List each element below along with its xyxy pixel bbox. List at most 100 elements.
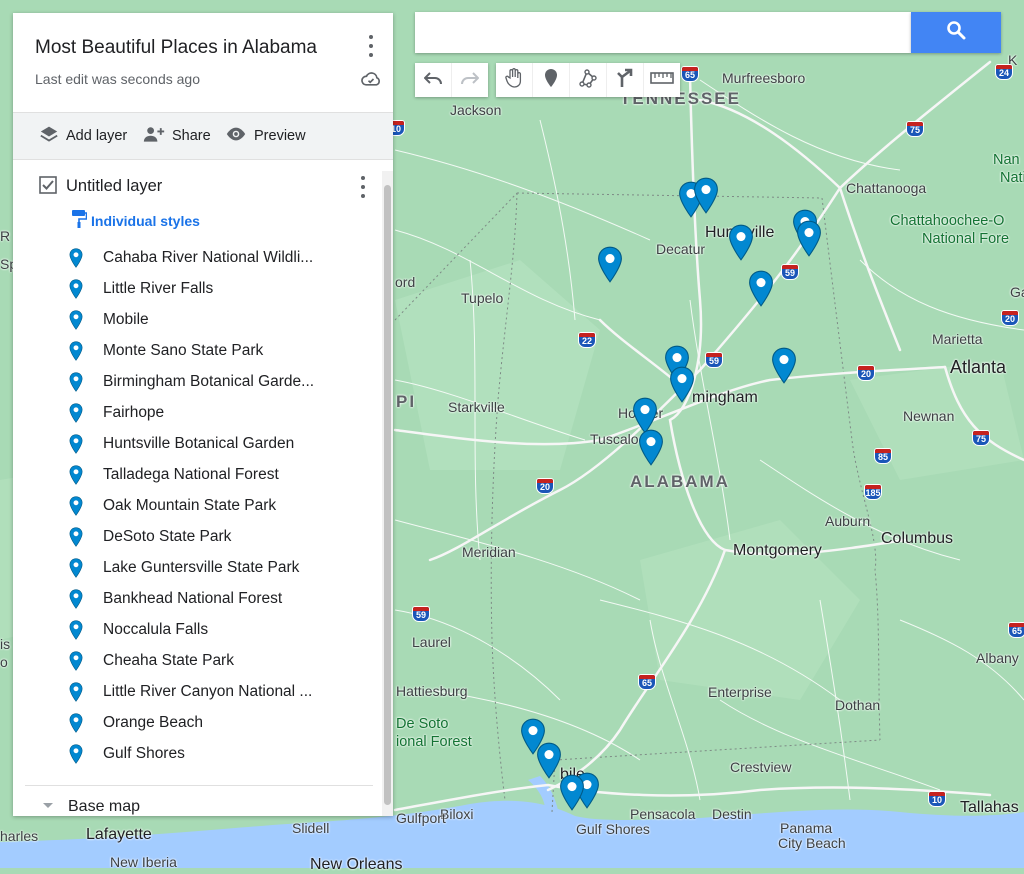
add-layer-button[interactable]: Add layer [39,113,127,159]
list-item[interactable]: Mobile [69,304,314,335]
list-item-label: Little River Canyon National ... [103,682,313,700]
tool-toolbar [496,63,680,97]
layer-name[interactable]: Untitled layer [66,177,162,196]
interstate-shield: 65 [1008,622,1024,638]
individual-styles-label: Individual styles [91,212,200,229]
interstate-number: 22 [581,336,592,346]
search-input[interactable] [415,12,911,53]
redo-button[interactable] [452,63,488,97]
map-options-button[interactable] [361,35,381,57]
more-vert-icon [369,35,373,39]
checkbox-icon [39,176,57,198]
map-marker[interactable] [796,220,822,262]
layer-action-bar: Add layer Share Preview [13,112,393,160]
preview-button[interactable]: Preview [225,113,306,159]
layer-options-button[interactable] [353,176,373,198]
interstate-number: 75 [975,434,986,444]
interstate-number: 65 [641,678,652,688]
map-marker[interactable] [771,347,797,389]
share-label: Share [172,128,211,144]
interstate-number: 75 [909,125,920,135]
map-marker[interactable] [669,366,695,408]
interstate-shield: 59 [781,264,799,280]
marker-icon [69,402,93,423]
map-title[interactable]: Most Beautiful Places in Alabama [35,37,317,59]
map-marker[interactable] [559,774,585,816]
undo-button[interactable] [415,63,452,97]
list-item-label: DeSoto State Park [103,527,232,545]
measure-button[interactable] [644,63,680,97]
draw-line-icon [578,68,598,93]
share-button[interactable]: Share [143,113,211,159]
list-item[interactable]: Fairhope [69,397,314,428]
select-items-button[interactable] [496,63,533,97]
list-item[interactable]: DeSoto State Park [69,521,314,552]
layer-visibility-checkbox[interactable] [39,176,57,199]
interstate-shield: 20 [857,365,875,381]
add-directions-button[interactable] [607,63,644,97]
marker-icon [69,526,93,547]
marker-icon [69,743,93,764]
chevron-down-icon[interactable] [41,799,55,813]
list-item[interactable]: Talladega National Forest [69,459,314,490]
list-item[interactable]: Cheaha State Park [69,645,314,676]
list-item-label: Cahaba River National Wildli... [103,248,314,266]
interstate-shield: 65 [638,674,656,690]
map-marker[interactable] [597,246,623,288]
list-item[interactable]: Birmingham Botanical Garde... [69,366,314,397]
base-map-label[interactable]: Base map [68,798,140,816]
list-item[interactable]: Monte Sano State Park [69,335,314,366]
scrollbar-thumb[interactable] [384,185,391,805]
edit-toolbar [415,63,488,97]
list-item-label: Birmingham Botanical Garde... [103,372,315,390]
list-item[interactable]: Gulf Shores [69,738,314,769]
map-marker[interactable] [728,224,754,266]
map-marker[interactable] [693,177,719,219]
interstate-shield: 22 [578,332,596,348]
list-item-label: Gulf Shores [103,744,185,762]
list-item[interactable]: Orange Beach [69,707,314,738]
interstate-number: 20 [860,369,871,379]
paint-roller-icon [71,209,88,232]
redo-icon [461,71,480,90]
marker-icon [69,247,93,268]
interstate-number: 20 [1004,314,1015,324]
marker-icon [69,371,93,392]
list-item-label: Mobile [103,310,149,328]
list-item[interactable]: Cahaba River National Wildli... [69,242,314,273]
marker-icon [69,340,93,361]
list-item[interactable]: Lake Guntersville State Park [69,552,314,583]
interstate-shield: 24 [995,64,1013,80]
list-item[interactable]: Huntsville Botanical Garden [69,428,314,459]
list-item[interactable]: Noccalula Falls [69,614,314,645]
interstate-shield: 10 [928,791,946,807]
list-item[interactable]: Little River Canyon National ... [69,676,314,707]
map-marker[interactable] [748,270,774,312]
list-item-label: Monte Sano State Park [103,341,264,359]
add-marker-button[interactable] [533,63,570,97]
marker-icon [69,619,93,640]
list-item[interactable]: Little River Falls [69,273,314,304]
add-layer-label: Add layer [66,128,128,144]
interstate-shield: 20 [536,478,554,494]
place-list: Cahaba River National Wildli... Little Ri… [69,242,314,769]
interstate-number: 59 [708,356,719,366]
list-item[interactable]: Bankhead National Forest [69,583,314,614]
map-marker[interactable] [638,429,664,471]
divider [25,785,373,786]
marker-icon [69,557,93,578]
interstate-number: 24 [998,68,1009,78]
list-item-label: Orange Beach [103,713,203,731]
list-item[interactable]: Oak Mountain State Park [69,490,314,521]
interstate-number: 10 [931,795,942,805]
search-button[interactable] [911,12,1001,53]
individual-styles-link[interactable]: Individual styles [71,209,200,232]
marker-icon [69,712,93,733]
interstate-shield: 65 [681,66,699,82]
list-item-label: Noccalula Falls [103,620,209,638]
draw-line-button[interactable] [570,63,607,97]
list-item-label: Lake Guntersville State Park [103,558,300,576]
marker-icon [69,650,93,671]
marker-icon [69,495,93,516]
directions-icon [616,68,634,93]
